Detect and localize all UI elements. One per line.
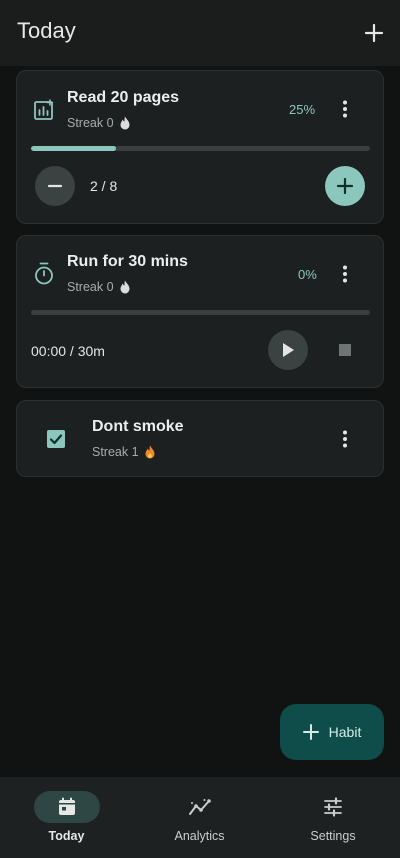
- today-screen: Today Read 20 pages Streak 0 25% 2 / 8 R…: [0, 0, 400, 858]
- fab-label: Habit: [328, 724, 362, 740]
- streak-text: Streak 0: [67, 116, 114, 130]
- habit-timer: 00:00 / 30m: [31, 343, 105, 359]
- calendar-icon: [58, 797, 75, 815]
- habit-streak: Streak 0: [67, 116, 131, 130]
- nav-indicator: [300, 791, 366, 823]
- analytics-icon: [188, 799, 211, 815]
- habit-name: Read 20 pages: [67, 89, 180, 106]
- habit-card-smoke[interactable]: Dont smoke Streak 1: [16, 400, 384, 477]
- plus-icon: [302, 724, 319, 740]
- stop-button[interactable]: [333, 338, 357, 362]
- add-habit-fab[interactable]: Habit: [280, 704, 384, 760]
- minus-icon: [47, 184, 63, 188]
- nav-indicator: [33, 791, 100, 823]
- sliders-icon: [324, 797, 342, 817]
- nav-item-settings[interactable]: Settings: [266, 777, 400, 858]
- habit-streak: Streak 0: [67, 280, 131, 294]
- nav-label: Analytics: [174, 829, 225, 843]
- habit-card-run[interactable]: Run for 30 mins Streak 0 0% 00:00 / 30m: [16, 235, 384, 388]
- top-app-bar: Today: [0, 0, 400, 66]
- increment-button[interactable]: [325, 166, 365, 206]
- more-vert-icon: [343, 100, 347, 118]
- habit-card-read[interactable]: Read 20 pages Streak 0 25% 2 / 8: [16, 70, 384, 224]
- decrement-button[interactable]: [35, 166, 75, 206]
- habit-progress-bar: [31, 146, 370, 151]
- habit-checkbox[interactable]: [46, 429, 66, 449]
- streak-text: Streak 1: [92, 445, 139, 459]
- nav-label: Today: [48, 829, 85, 843]
- play-icon: [283, 343, 294, 357]
- habit-menu-button[interactable]: [333, 97, 357, 121]
- bottom-navigation: Today Analytics Settings: [0, 777, 400, 858]
- more-vert-icon: [343, 265, 347, 283]
- habit-name: Run for 30 mins: [67, 253, 188, 270]
- habit-streak: Streak 1: [92, 445, 156, 459]
- flame-icon: [120, 116, 130, 130]
- chart-icon: [33, 99, 57, 123]
- stop-icon: [339, 344, 351, 356]
- habit-progress-bar: [31, 310, 370, 315]
- add-habit-button[interactable]: [358, 17, 390, 49]
- nav-label: Settings: [310, 829, 356, 843]
- nav-item-analytics[interactable]: Analytics: [133, 777, 266, 858]
- play-button[interactable]: [268, 330, 308, 370]
- nav-indicator: [167, 791, 233, 823]
- plus-icon: [364, 23, 384, 43]
- plus-icon: [336, 177, 354, 195]
- flame-icon: [145, 445, 155, 459]
- habit-name: Dont smoke: [92, 418, 184, 435]
- flame-icon: [120, 280, 130, 294]
- progress-fill: [31, 146, 116, 151]
- habit-menu-button[interactable]: [333, 427, 357, 451]
- timer-icon: [33, 262, 57, 286]
- habit-progress-percent: 0%: [298, 267, 317, 282]
- habit-count: 2 / 8: [90, 178, 118, 194]
- page-title: Today: [17, 18, 76, 43]
- more-vert-icon: [343, 430, 347, 448]
- nav-item-today[interactable]: Today: [0, 777, 133, 858]
- streak-text: Streak 0: [67, 280, 114, 294]
- habit-menu-button[interactable]: [333, 262, 357, 286]
- habit-progress-percent: 25%: [289, 102, 316, 117]
- checkbox-icon: [47, 430, 65, 448]
